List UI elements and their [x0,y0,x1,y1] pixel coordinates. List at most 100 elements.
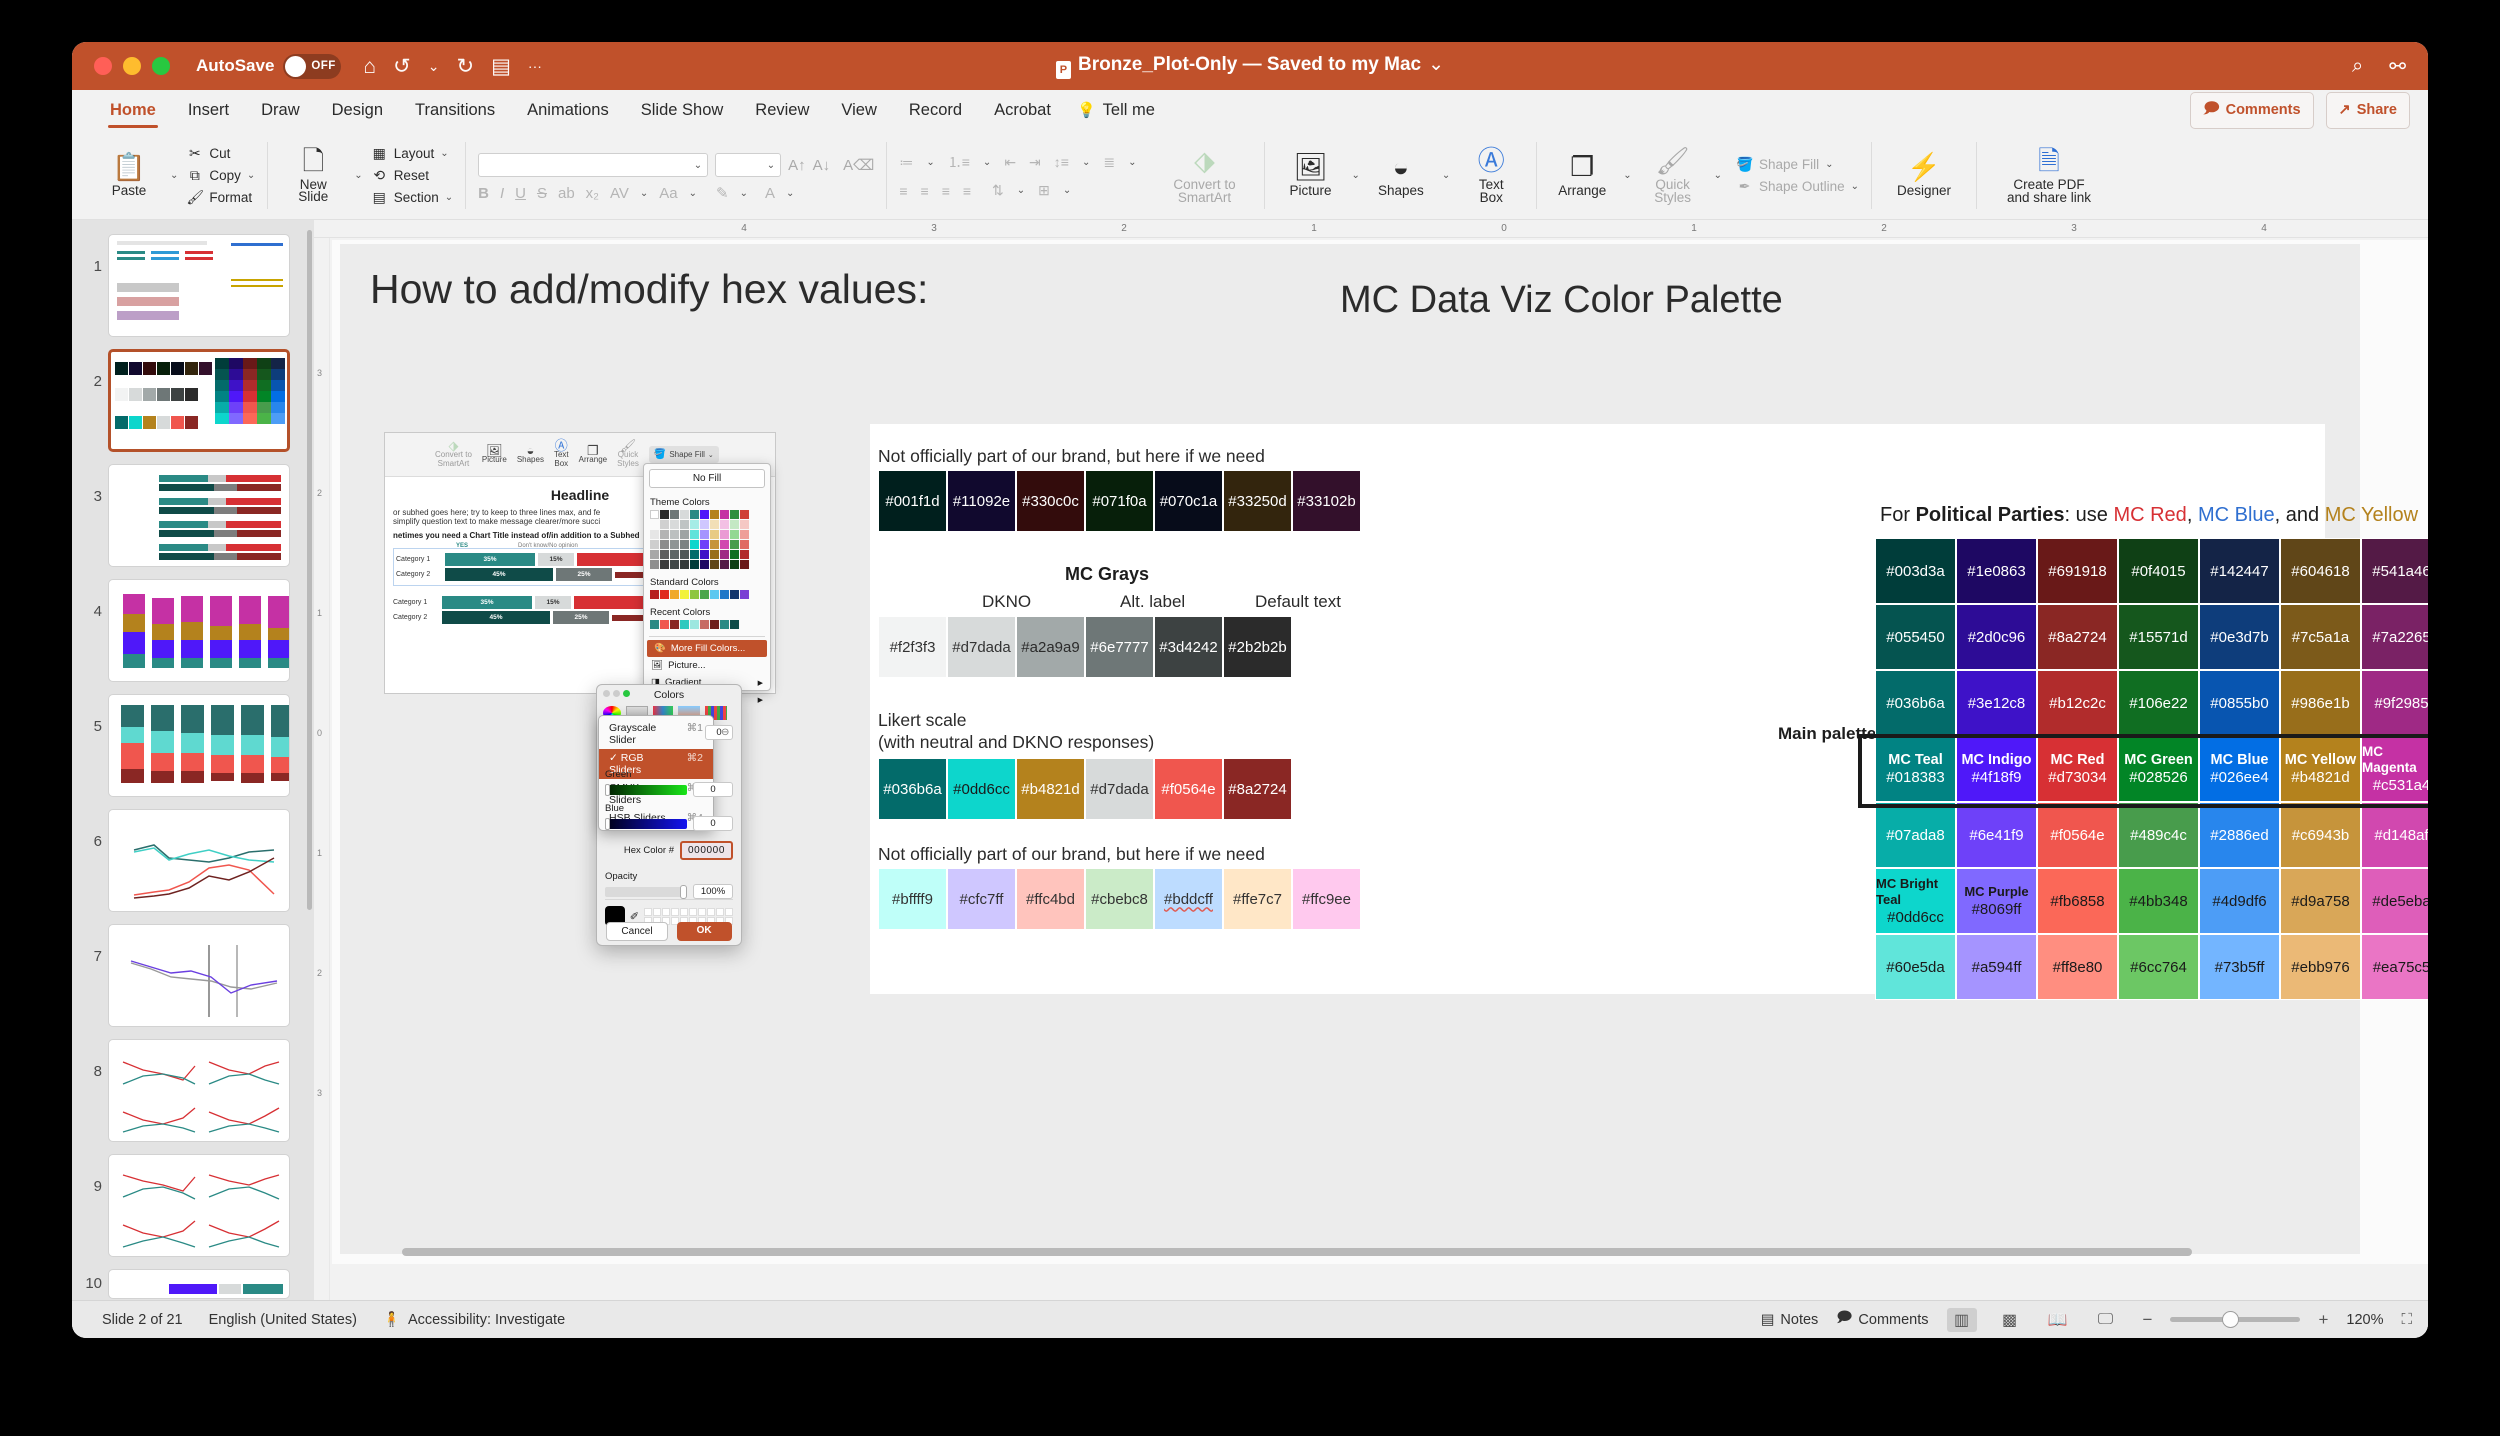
increase-indent-icon[interactable]: ⇥ [1029,154,1041,171]
shape-outline-chevron-down-icon[interactable]: ⌄ [1851,181,1859,192]
color-chip[interactable] [730,590,739,599]
color-swatch[interactable]: #d148af [2361,802,2428,868]
tell-me-button[interactable]: 💡 Tell me [1067,101,1155,120]
color-chip[interactable] [680,520,689,529]
share-button[interactable]: ↗ Share [2325,91,2410,129]
tab-home[interactable]: Home [94,90,172,130]
text-direction-chevron-down-icon[interactable]: ⌄ [1017,185,1025,196]
color-swatch[interactable]: #7c5a1a [2280,604,2361,670]
align-text-chevron-down-icon[interactable]: ⌄ [1063,185,1071,196]
new-slide-chevron-down-icon[interactable]: ⌄ [354,170,362,181]
color-swatch[interactable]: #f2f3f3 [878,616,947,678]
cancel-button[interactable]: Cancel [606,922,668,941]
undo-icon[interactable]: ↺ [393,56,411,77]
font-size-chevron-down-icon[interactable]: ⌄ [767,160,775,171]
justify-icon[interactable]: ≡ [963,183,971,199]
list-item[interactable]: 4 [72,573,314,688]
home-icon[interactable]: ⌂ [363,56,376,77]
list-item[interactable]: 10 [72,1263,314,1300]
color-swatch[interactable]: #fb6858 [2037,868,2118,934]
text-shadow-button[interactable]: ab [558,185,575,202]
color-chip[interactable] [710,530,719,539]
color-swatch[interactable]: #d9a758 [2280,868,2361,934]
color-chip[interactable] [690,590,699,599]
slide-thumbnail[interactable] [108,579,290,682]
color-chip[interactable] [690,530,699,539]
color-chip[interactable] [700,520,709,529]
dialog-minimize-button[interactable] [613,690,620,697]
color-swatch[interactable]: #6e41f9 [1956,802,2037,868]
color-chip[interactable] [700,550,709,559]
arrange-chevron-down-icon[interactable]: ⌄ [1623,170,1631,181]
color-swatch[interactable]: #003d3a [1875,538,1956,604]
color-swatch-mc-bright-teal[interactable]: MC Bright Teal #0dd6cc [1875,868,1956,934]
eyedropper-icon[interactable]: ✐ [630,910,639,923]
color-swatch[interactable]: #bffff9 [878,868,947,930]
color-chip[interactable] [690,550,699,559]
slide-thumbnail[interactable] [108,1154,290,1257]
comments-button[interactable]: 🗩 Comments [2190,91,2314,129]
tab-animations[interactable]: Animations [511,90,625,130]
color-chip[interactable] [680,590,689,599]
color-chip[interactable] [660,520,669,529]
tab-acrobat[interactable]: Acrobat [978,90,1067,130]
layout-button[interactable]: ▦ Layout ⌄ [371,145,453,162]
color-chip[interactable] [660,590,669,599]
font-family-input[interactable]: ⌄ [478,153,709,177]
color-swatch[interactable]: #a2a9a9 [1016,616,1085,678]
ok-button[interactable]: OK [676,922,732,941]
color-chip[interactable] [740,550,749,559]
color-swatch[interactable]: #055450 [1875,604,1956,670]
color-swatch[interactable]: #bddcff [1154,868,1223,930]
color-swatch[interactable]: #1e0863 [1956,538,2037,604]
slide-thumbnail[interactable] [108,464,290,567]
blue-value-input[interactable]: 0 [693,816,733,831]
standard-colors-grid[interactable] [644,590,770,603]
zoom-slider-handle[interactable] [2222,1311,2240,1328]
collaborate-icon[interactable]: ⚯ [2389,54,2406,79]
numbering-icon[interactable]: ⒈≡ [948,152,970,172]
color-chip[interactable] [650,530,659,539]
color-chip[interactable] [720,620,729,629]
fit-to-window-icon[interactable]: ⛶ [2401,1311,2412,1328]
color-chip[interactable] [680,530,689,539]
quick-styles-chevron-down-icon[interactable]: ⌄ [1714,170,1722,181]
slideshow-view-button[interactable]: 🖵 [2091,1308,2121,1332]
tab-design[interactable]: Design [316,90,399,130]
slide-sorter-view-button[interactable]: ▩ [1995,1308,2025,1332]
section-chevron-down-icon[interactable]: ⌄ [445,192,453,203]
color-swatch[interactable]: #ffc9ee [1292,868,1361,930]
color-swatch[interactable]: #b4821d [1016,758,1085,820]
italic-button[interactable]: I [500,185,504,202]
text-highlight-icon[interactable]: ✎ [716,184,729,202]
columns-chevron-down-icon[interactable]: ⌄ [1128,157,1136,168]
color-chip[interactable] [730,510,739,519]
clear-formatting-icon[interactable]: A⌫ [843,156,874,174]
blue-slider-handle[interactable] [605,817,610,830]
color-chip[interactable] [670,550,679,559]
color-chip[interactable] [660,510,669,519]
undo-chevron-down-icon[interactable]: ⌄ [428,59,440,73]
color-swatch[interactable]: #6cc764 [2118,934,2199,1000]
shape-fill-dropdown[interactable]: No Fill Theme Colors Standard Colors Rec… [643,463,771,705]
align-right-icon[interactable]: ≡ [942,183,950,199]
section-button[interactable]: ▤ Section ⌄ [371,189,454,206]
color-swatch[interactable]: #986e1b [2280,670,2361,736]
hex-color-input[interactable]: 000000 [680,841,733,860]
color-chip[interactable] [720,520,729,529]
color-swatch[interactable]: #7a2265 [2361,604,2428,670]
list-item[interactable]: 5 [72,688,314,803]
color-chip[interactable] [670,530,679,539]
color-swatch[interactable]: #73b5ff [2199,934,2280,1000]
color-chip[interactable] [710,520,719,529]
color-chip[interactable] [710,540,719,549]
color-chip[interactable] [700,540,709,549]
picture-chevron-down-icon[interactable]: ⌄ [1351,170,1359,181]
tab-draw[interactable]: Draw [245,90,316,130]
slide-thumbnail[interactable] [108,924,290,1027]
color-swatch[interactable]: #ebb976 [2280,934,2361,1000]
arrange-button[interactable]: ❐ Arrange [1549,153,1615,198]
normal-view-button[interactable]: ▥ [1946,1307,1977,1332]
quick-access-toolbar[interactable]: ⌂ ↺ ⌄ ↻ ▤ ··· [363,56,541,77]
color-swatch[interactable]: #691918 [2037,538,2118,604]
